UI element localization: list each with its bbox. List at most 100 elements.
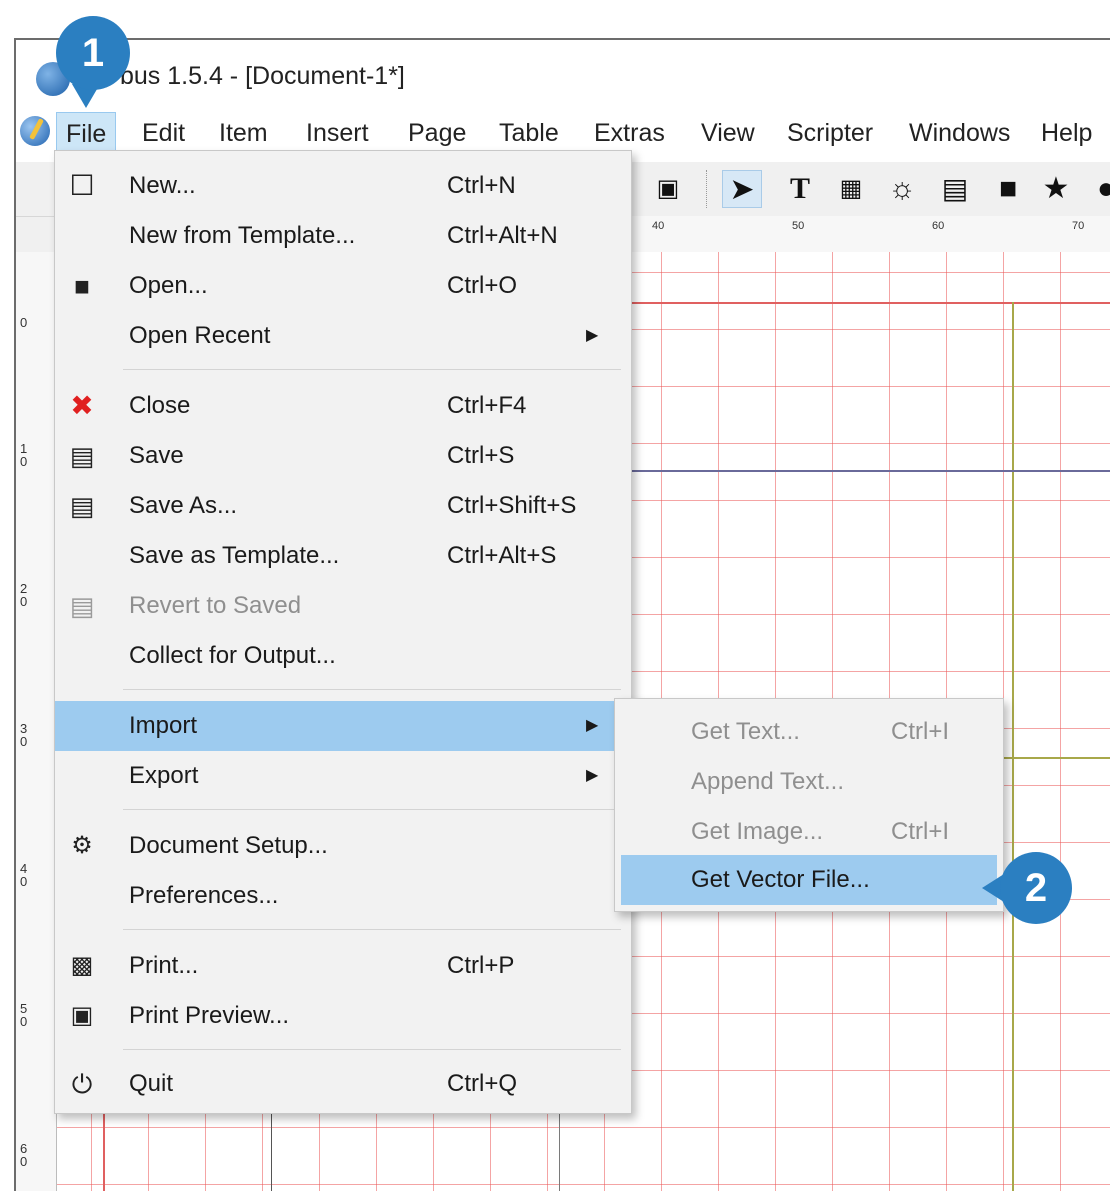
menu-item-document-setup[interactable]: ⚙ Document Setup... [55,821,631,871]
ruler-label: 60 [932,220,945,232]
text-frame-icon[interactable]: T [780,170,820,208]
menu-item-revert-to-saved: ▤ Revert to Saved [55,581,631,631]
menu-item-label: Save As... [129,492,238,519]
ruler-label: 60 [20,1141,28,1169]
image-frame-icon[interactable]: ▦ [831,170,871,208]
import-submenu: Get Text... Ctrl+I Append Text... Get Im… [614,698,1004,912]
menu-view[interactable]: View [692,112,764,154]
menu-item-label: Print... [129,952,199,979]
menu-item-shortcut: Ctrl+I [891,818,950,845]
save-disk-icon: ▤ [69,441,95,471]
menu-item-print-preview[interactable]: ▣ Print Preview... [55,991,631,1041]
new-document-icon: ☐ [69,170,95,201]
menu-item-label: Revert to Saved [129,592,302,619]
ruler-label: 50 [792,220,805,232]
menu-item-open-recent[interactable]: Open Recent ▶ [55,311,631,361]
print-preview-icon: ▣ [70,1002,94,1029]
menu-item-label: Quit [129,1070,174,1097]
toolbar-separator [706,170,711,208]
menu-item-label: New from Template... [129,222,356,249]
menu-item-collect-for-output[interactable]: Collect for Output... [55,631,631,681]
submenu-item-append-text: Append Text... [615,757,1003,807]
menu-item-label: Open... [129,272,208,299]
menu-separator [123,1049,621,1050]
menu-file[interactable]: File [56,112,117,154]
menu-page[interactable]: Page [399,112,475,154]
menu-item-quit[interactable]: ⏻ Quit Ctrl+Q [55,1059,631,1109]
ruler-label: 40 [20,861,28,889]
menu-help[interactable]: Help [1032,112,1101,154]
arc-icon[interactable]: ● [1086,170,1110,208]
folder-icon: ■ [74,271,90,301]
menu-item-new-from-template[interactable]: New from Template... Ctrl+Alt+N [55,211,631,261]
menu-item-close[interactable]: ✖ Close Ctrl+F4 [55,381,631,431]
ruler-label: 20 [20,581,28,609]
ruler-label: 50 [20,1001,28,1029]
menu-item-export[interactable]: Export ▶ [55,751,631,801]
close-x-icon: ✖ [70,390,94,421]
menu-item-new[interactable]: ☐ New... Ctrl+N [55,161,631,211]
menu-item-label: Document Setup... [129,832,328,859]
menu-item-save-as-template[interactable]: Save as Template... Ctrl+Alt+S [55,531,631,581]
menu-item-save[interactable]: ▤ Save Ctrl+S [55,431,631,481]
menu-item-shortcut: Ctrl+N [447,172,516,199]
revert-disk-icon: ▤ [69,591,95,621]
step-1-badge: 1 [56,16,130,90]
vertical-ruler: 0 10 20 30 40 50 60 [16,252,57,1191]
submenu-arrow-icon: ▶ [586,767,599,784]
menu-item-shortcut: Ctrl+I [891,718,950,745]
menu-separator [123,369,621,370]
shape-icon[interactable]: ■ [988,170,1028,208]
menu-item-open[interactable]: ■ Open... Ctrl+O [55,261,631,311]
menu-item-save-as[interactable]: ▤ Save As... Ctrl+Shift+S [55,481,631,531]
menu-item[interactable]: Item [210,112,277,154]
menu-insert[interactable]: Insert [297,112,378,154]
menu-item-import[interactable]: Import ▶ [55,701,631,751]
menu-item-label: Print Preview... [129,1002,290,1029]
ruler-label: 0 [20,315,28,330]
menu-table[interactable]: Table [490,112,568,154]
menu-item-shortcut: Ctrl+P [447,952,515,979]
menu-item-label: Get Vector File... [691,866,870,893]
file-menu: ☐ New... Ctrl+N New from Template... Ctr… [54,150,632,1114]
menu-item-label: Get Image... [691,818,824,845]
guide-line[interactable] [1012,302,1014,1191]
ruler-label: 40 [652,220,665,232]
app-menu-icon[interactable] [20,116,50,146]
document-setup-icon: ⚙ [71,832,93,859]
menu-item-label: New... [129,172,196,199]
submenu-item-get-vector-file[interactable]: Get Vector File... [621,855,997,905]
ruler-label: 10 [20,441,28,469]
select-arrow-icon[interactable]: ➤ [722,170,762,208]
table-icon[interactable]: ▤ [935,170,975,208]
menu-item-shortcut: Ctrl+Q [447,1070,518,1097]
ruler-label: 30 [20,721,28,749]
render-frame-icon[interactable]: ☼ [882,170,922,208]
polygon-star-icon[interactable]: ★ [1036,170,1076,208]
title-bar: bus 1.5.4 - [Document-1*] [16,40,1110,104]
menu-item-label: Preferences... [129,882,279,909]
submenu-item-get-text: Get Text... Ctrl+I [615,707,1003,757]
menu-scripter[interactable]: Scripter [778,112,882,154]
menu-item-shortcut: Ctrl+Alt+N [447,222,558,249]
menu-item-label: Import [129,712,198,739]
pdf-import-icon[interactable]: ▣ [648,170,688,208]
menu-item-shortcut: Ctrl+F4 [447,392,527,419]
menu-separator [123,689,621,690]
menu-item-label: Save as Template... [129,542,340,569]
menu-extras[interactable]: Extras [585,112,674,154]
menu-separator [123,809,621,810]
menu-item-shortcut: Ctrl+Alt+S [447,542,557,569]
menu-windows[interactable]: Windows [900,112,1019,154]
submenu-arrow-icon: ▶ [586,717,599,734]
window-title: bus 1.5.4 - [Document-1*] [120,62,405,90]
menu-item-label: Get Text... [691,718,800,745]
menu-item-label: Collect for Output... [129,642,336,669]
menu-item-print[interactable]: ▩ Print... Ctrl+P [55,941,631,991]
menu-item-label: Close [129,392,191,419]
submenu-item-get-image: Get Image... Ctrl+I [615,807,1003,857]
menu-item-label: Append Text... [691,768,844,795]
menu-item-preferences[interactable]: Preferences... [55,871,631,921]
menu-edit[interactable]: Edit [133,112,194,154]
step-2-badge: 2 [1000,852,1072,924]
